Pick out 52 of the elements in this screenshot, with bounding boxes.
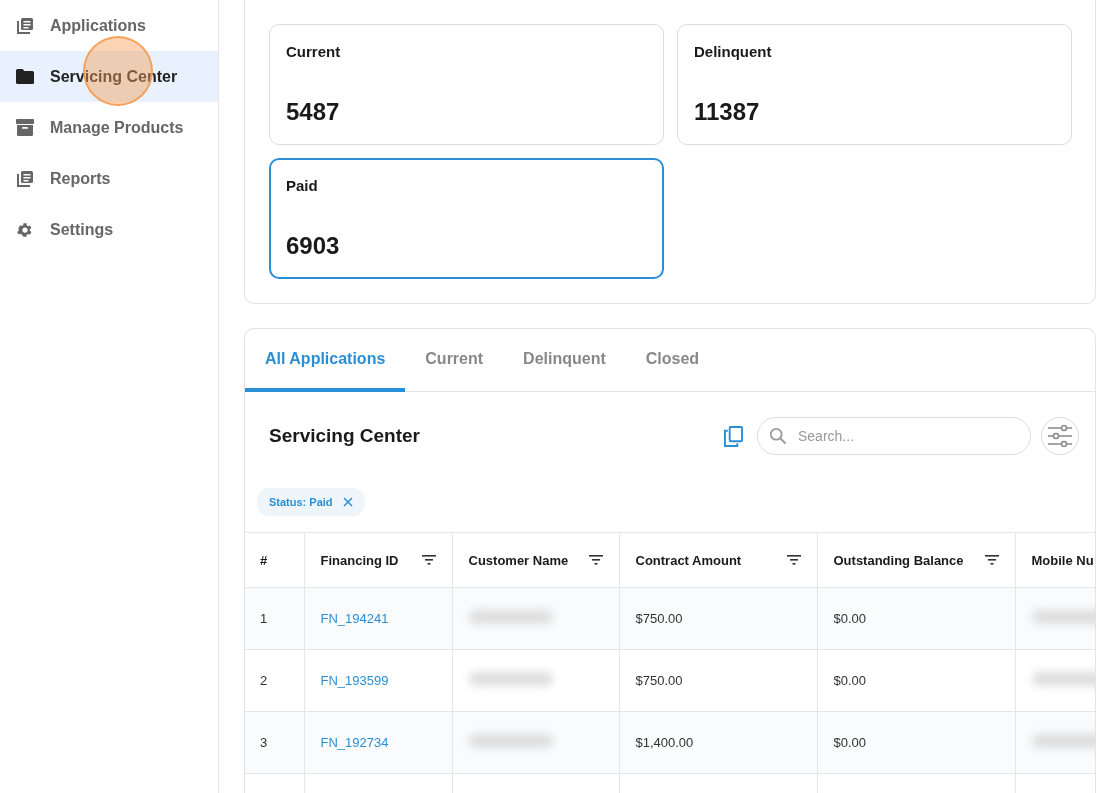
card-value: 11387	[694, 98, 760, 126]
summary-card[interactable]: Delinquent 11387	[677, 24, 1072, 145]
row-number: 3	[260, 735, 268, 750]
tab[interactable]: All Applications	[245, 329, 406, 392]
card-value: 5487	[286, 98, 340, 126]
summary-card[interactable]: Paid 6903	[269, 158, 664, 279]
financing-id-link[interactable]: FN_193599	[320, 673, 389, 688]
row-number: 1	[260, 611, 268, 626]
card-value: 6903	[286, 232, 340, 260]
table-cell: $1,400.00	[635, 735, 694, 750]
table-cell: $0.00	[833, 735, 867, 750]
sidebar-item[interactable]: Applications	[0, 0, 218, 51]
search-field[interactable]: Search...	[757, 417, 1031, 455]
table-cell: $0.00	[833, 611, 867, 626]
archive-box-icon	[16, 119, 34, 136]
stacked-pages-icon	[16, 16, 34, 35]
copy-icon[interactable]	[724, 425, 743, 447]
card-label: Paid	[286, 177, 319, 194]
tab[interactable]: Current	[405, 329, 504, 392]
filter-icon[interactable]	[984, 555, 999, 565]
financing-id-link[interactable]: FN_194241	[320, 611, 389, 626]
sidebar-item[interactable]: Settings	[0, 204, 218, 255]
table-cell: $750.00	[635, 611, 683, 626]
tab[interactable]: Delinquent	[503, 329, 626, 392]
card-label: Current	[286, 43, 342, 60]
table-title: Servicing Center	[269, 425, 421, 447]
row-number: 2	[260, 673, 268, 688]
filter-chip[interactable]: Status: Paid	[257, 488, 365, 516]
column-header: Financing ID	[320, 552, 399, 568]
column-header: Mobile Nu	[1031, 552, 1094, 568]
filter-settings-button[interactable]	[1041, 417, 1079, 455]
stacked-pages-icon	[16, 169, 34, 188]
search-icon	[769, 427, 787, 445]
column-header: Contract Amount	[635, 552, 742, 568]
filter-icon[interactable]	[786, 555, 801, 565]
filter-icon[interactable]	[588, 555, 603, 565]
table-cell: $0.00	[833, 673, 867, 688]
close-icon[interactable]	[342, 497, 353, 507]
sidebar-item[interactable]: Manage Products	[0, 102, 218, 153]
sidebar-item[interactable]: Reports	[0, 153, 218, 204]
tab[interactable]: Closed	[625, 329, 720, 392]
column-header: #	[260, 552, 268, 568]
financing-id-link[interactable]: FN_192734	[320, 735, 389, 750]
column-header: Outstanding Balance	[833, 552, 964, 568]
sliders-icon	[1047, 425, 1073, 447]
card-label: Delinquent	[694, 43, 773, 60]
summary-card[interactable]: Current 5487	[269, 24, 664, 145]
settings-icon	[16, 220, 34, 239]
folder-icon	[16, 69, 34, 84]
column-header: Customer Name	[468, 552, 569, 568]
filter-icon[interactable]	[421, 555, 436, 565]
table-cell: $750.00	[635, 673, 683, 688]
